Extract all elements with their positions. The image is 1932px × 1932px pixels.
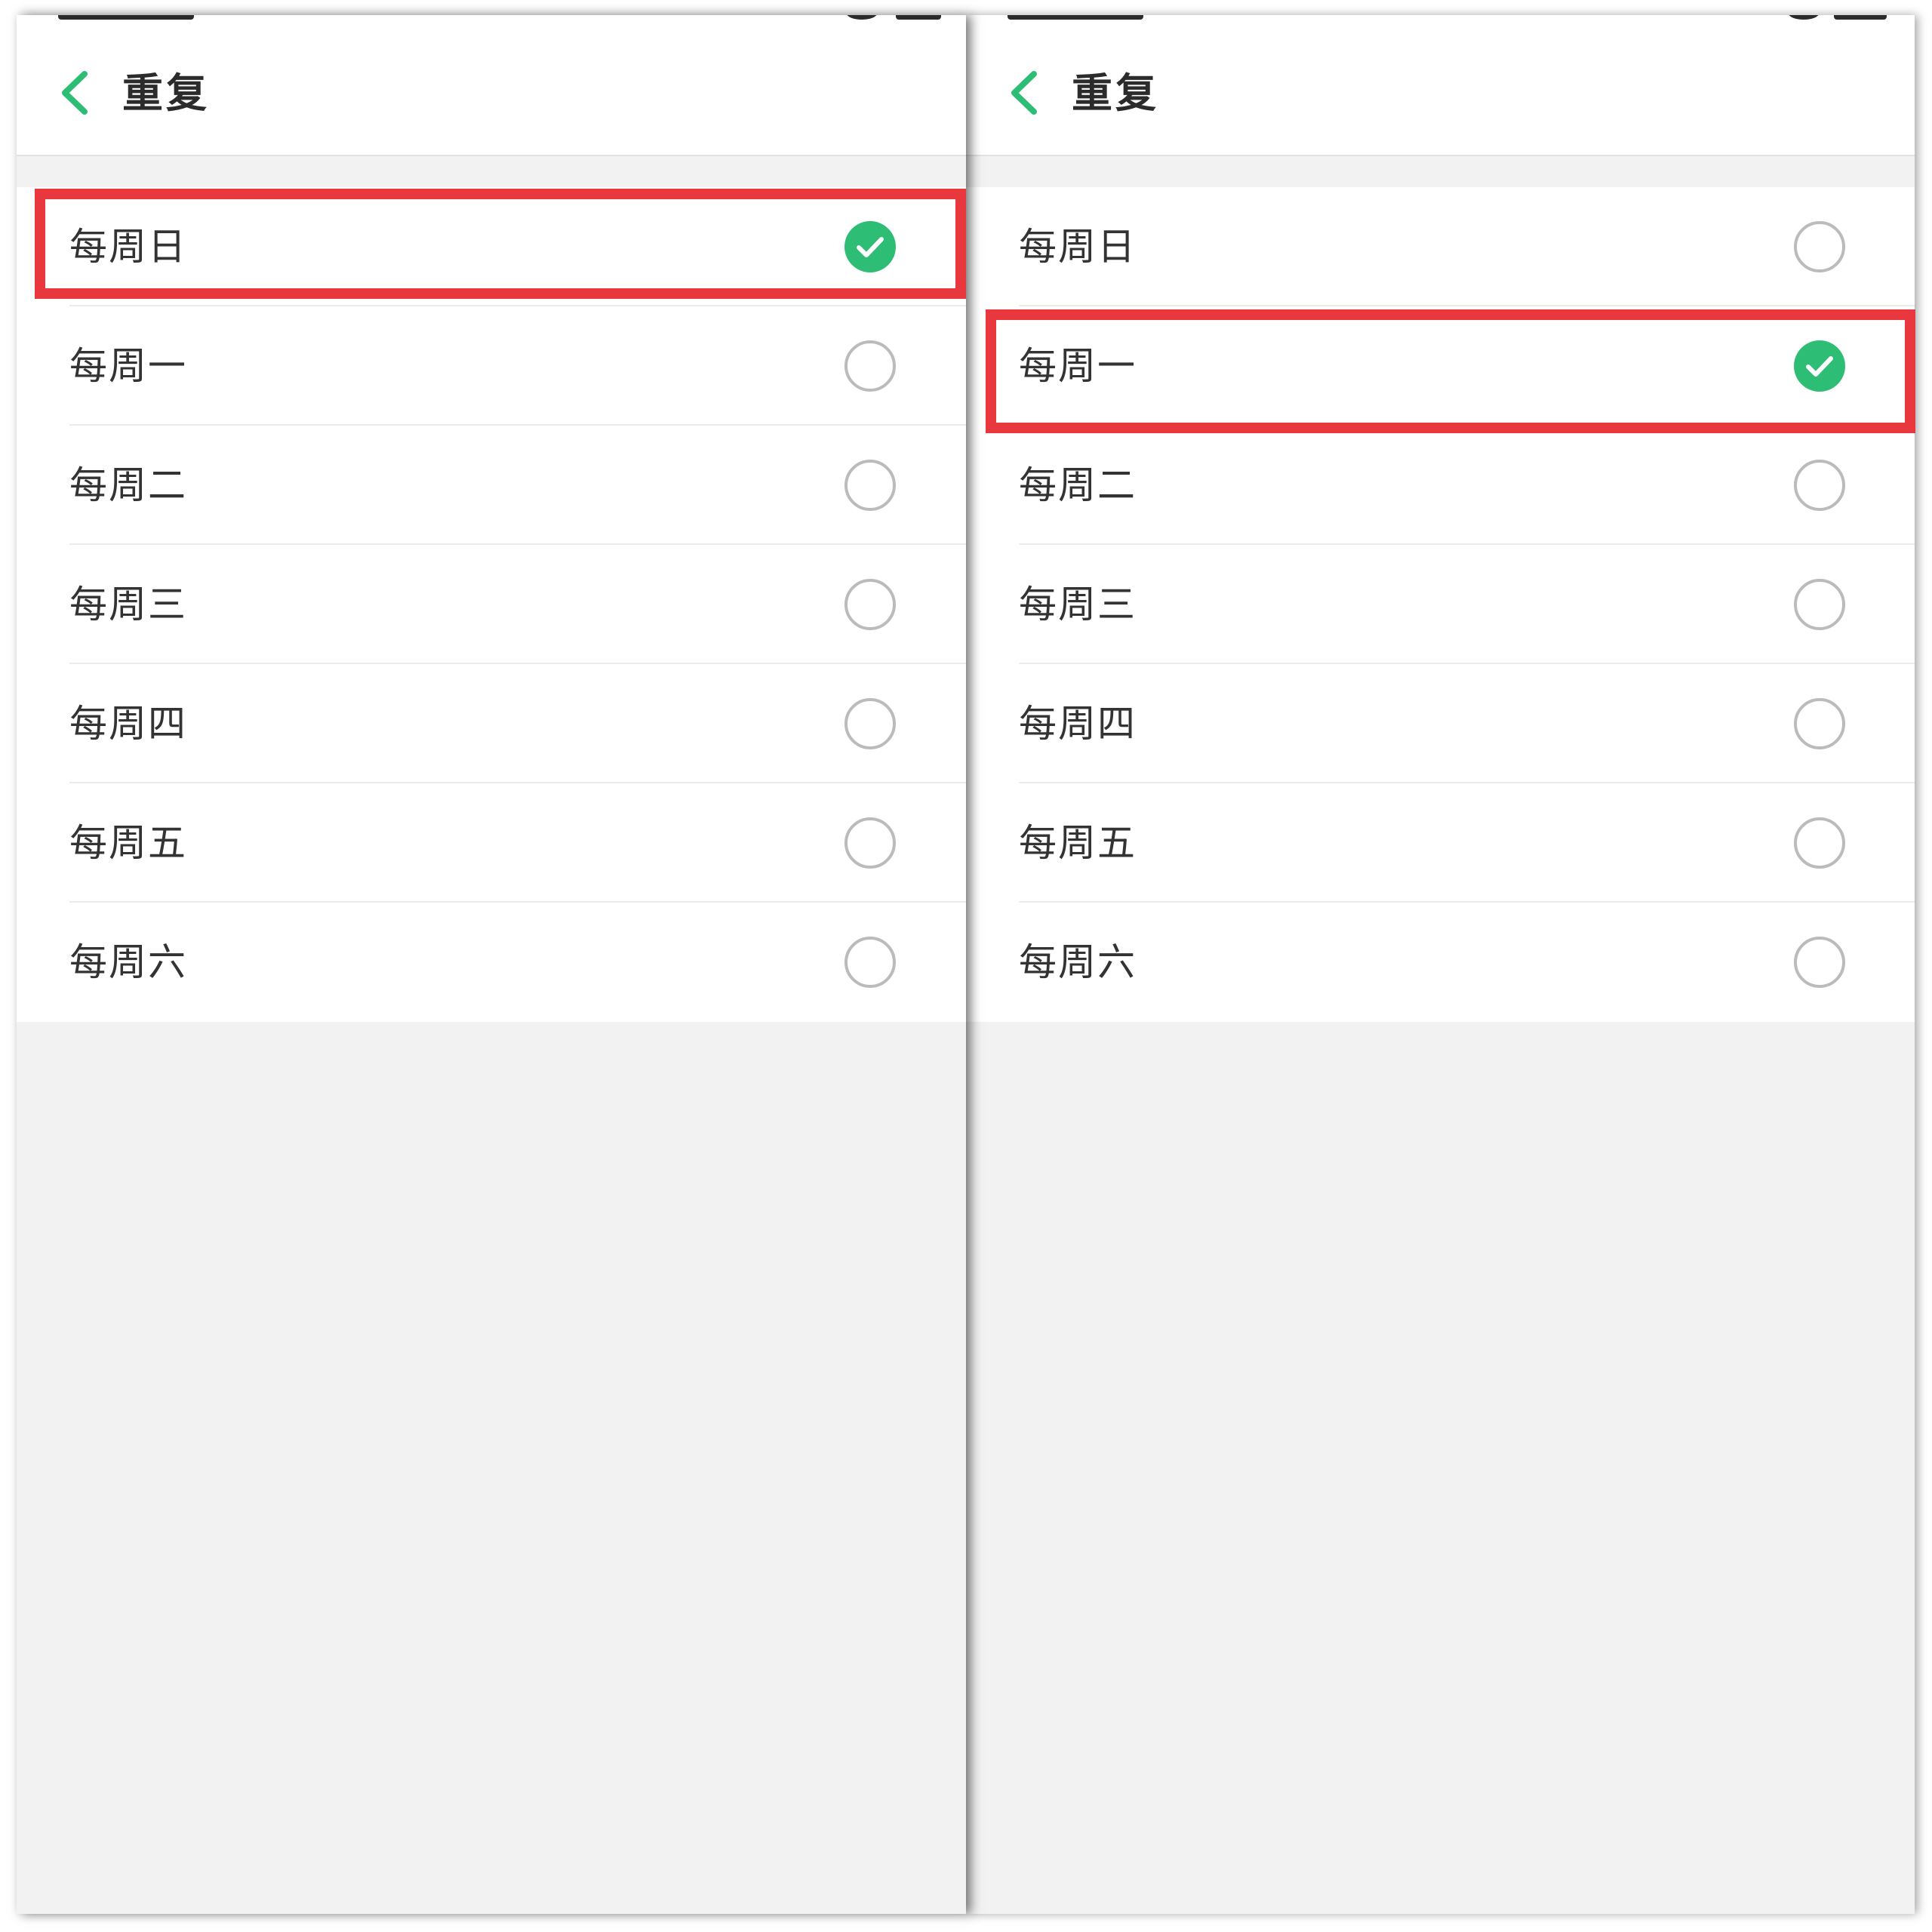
option-label: 每周四 [69, 702, 187, 746]
chevron-left-icon [62, 71, 88, 115]
option-label: 每周三 [1019, 583, 1137, 626]
option-label: 每周二 [1019, 463, 1137, 507]
status-bar-remnant [966, 15, 1915, 21]
empty-circle-icon[interactable] [1793, 220, 1846, 273]
option-row-saturday[interactable]: 每周六 [17, 903, 966, 1022]
empty-circle-icon[interactable] [844, 817, 897, 869]
option-label: 每周二 [69, 463, 187, 507]
empty-circle-icon[interactable] [1793, 459, 1846, 512]
empty-circle-icon[interactable] [844, 578, 897, 631]
empty-circle-icon[interactable] [1793, 817, 1846, 869]
repeat-options-list: 每周日 每周一 每周二 每周三 每周四 每周五 每周六 [17, 187, 966, 1022]
back-button[interactable] [995, 59, 1048, 127]
option-label: 每周日 [69, 225, 187, 269]
page-title: 重复 [122, 69, 210, 117]
repeat-screen-right: 重复 每周日 每周一 每周二 每周三 每周四 每周五 每周六 [966, 15, 1915, 1914]
option-row-friday[interactable]: 每周五 [966, 783, 1915, 903]
empty-circle-icon[interactable] [844, 697, 897, 750]
chevron-left-icon [1011, 71, 1037, 115]
option-label: 每周三 [69, 583, 187, 626]
check-circle-icon[interactable] [844, 220, 897, 273]
option-row-wednesday[interactable]: 每周三 [966, 545, 1915, 664]
option-row-saturday[interactable]: 每周六 [966, 903, 1915, 1022]
option-row-thursday[interactable]: 每周四 [966, 664, 1915, 783]
check-circle-icon[interactable] [1793, 340, 1846, 392]
header: 重复 [966, 15, 1915, 156]
option-row-monday[interactable]: 每周一 [966, 306, 1915, 426]
empty-circle-icon[interactable] [1793, 936, 1846, 989]
option-row-tuesday[interactable]: 每周二 [17, 426, 966, 545]
option-label: 每周一 [69, 344, 187, 388]
option-row-sunday[interactable]: 每周日 [17, 187, 966, 306]
option-row-sunday[interactable]: 每周日 [966, 187, 1915, 306]
page-title: 重复 [1072, 69, 1159, 117]
empty-circle-icon[interactable] [1793, 578, 1846, 631]
option-label: 每周六 [1019, 940, 1137, 984]
option-label: 每周六 [69, 940, 187, 984]
empty-circle-icon[interactable] [1793, 697, 1846, 750]
option-label: 每周一 [1019, 344, 1137, 388]
option-row-friday[interactable]: 每周五 [17, 783, 966, 903]
option-label: 每周四 [1019, 702, 1137, 746]
empty-circle-icon[interactable] [844, 936, 897, 989]
repeat-options-list: 每周日 每周一 每周二 每周三 每周四 每周五 每周六 [966, 187, 1915, 1022]
status-bar-remnant [17, 15, 966, 21]
option-row-thursday[interactable]: 每周四 [17, 664, 966, 783]
header: 重复 [17, 15, 966, 156]
option-label: 每周五 [69, 821, 187, 865]
option-label: 每周日 [1019, 225, 1137, 269]
repeat-screen-left: 重复 每周日 每周一 每周二 每周三 每周四 每周五 每周六 [17, 15, 966, 1914]
back-button[interactable] [45, 59, 98, 127]
option-row-wednesday[interactable]: 每周三 [17, 545, 966, 664]
empty-circle-icon[interactable] [844, 459, 897, 512]
option-row-tuesday[interactable]: 每周二 [966, 426, 1915, 545]
option-row-monday[interactable]: 每周一 [17, 306, 966, 426]
empty-circle-icon[interactable] [844, 340, 897, 392]
option-label: 每周五 [1019, 821, 1137, 865]
